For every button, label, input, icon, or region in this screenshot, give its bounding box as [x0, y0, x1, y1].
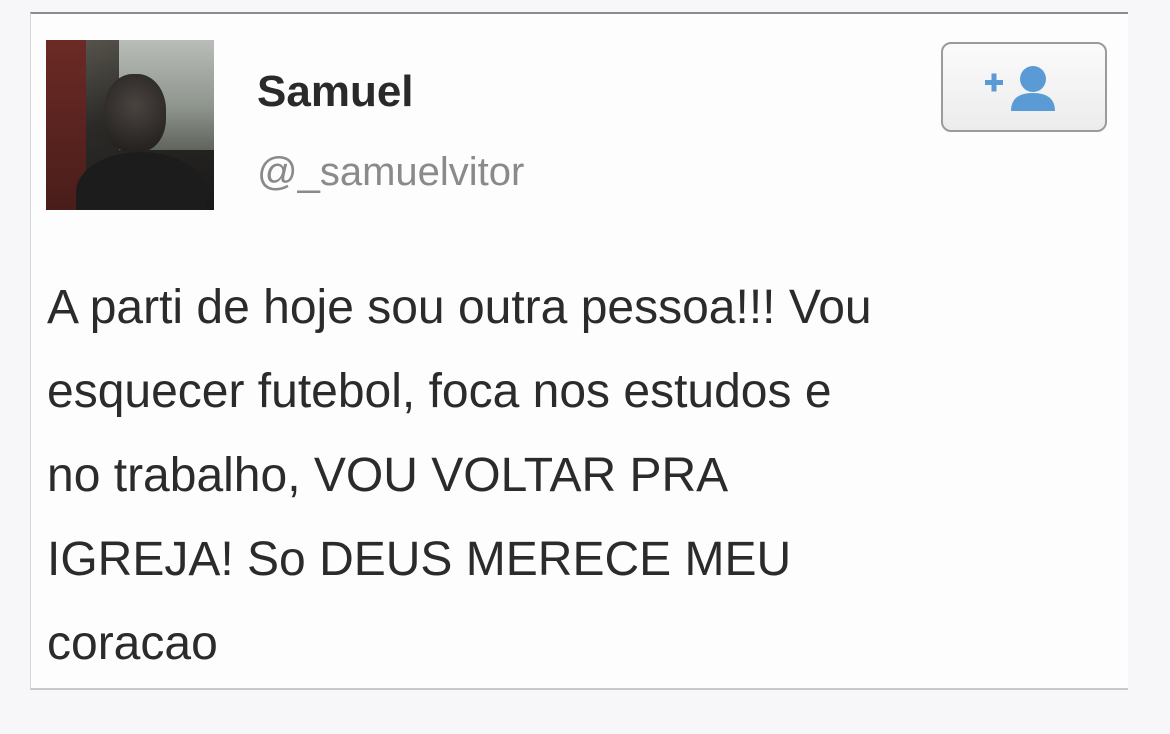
user-name[interactable]: Samuel — [257, 70, 414, 114]
avatar[interactable] — [46, 40, 214, 210]
follow-button[interactable] — [941, 42, 1107, 132]
tweet-card: Samuel @_samuelvitor A parti de hoje sou… — [30, 12, 1128, 690]
add-user-icon — [981, 59, 1067, 115]
tweet-text: A parti de hoje sou outra pessoa!!! Vou … — [47, 281, 872, 670]
avatar-person-head — [104, 74, 166, 152]
user-handle[interactable]: @_samuelvitor — [257, 152, 524, 192]
avatar-person-body — [76, 152, 206, 210]
